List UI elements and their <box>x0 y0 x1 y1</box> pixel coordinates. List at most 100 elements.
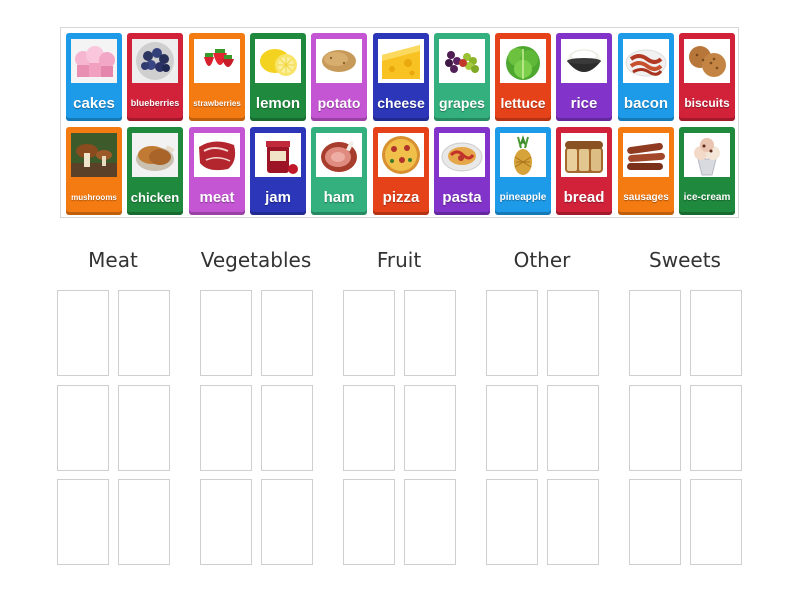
card-cakes[interactable]: cakes <box>66 33 122 121</box>
card-grapes[interactable]: grapes <box>434 33 490 121</box>
sausages-icon <box>623 133 669 177</box>
drop-slot-meat[interactable] <box>57 479 109 565</box>
drop-slot-meat[interactable] <box>118 385 170 471</box>
drop-slot-other[interactable] <box>486 290 538 376</box>
card-label: chicken <box>130 189 180 205</box>
bread-icon <box>561 133 607 177</box>
drop-slot-sweets[interactable] <box>629 479 681 565</box>
card-label: bread <box>563 188 605 206</box>
card-label: pasta <box>442 188 482 206</box>
card-label: meat <box>199 188 235 206</box>
card-label: pizza <box>382 188 420 206</box>
drop-slot-vegetables[interactable] <box>261 385 313 471</box>
card-strawberries[interactable]: strawberries <box>189 33 245 121</box>
cupcake-icon <box>71 39 117 83</box>
biscuits-icon <box>684 39 730 83</box>
mushrooms-icon <box>71 133 117 177</box>
card-lemon[interactable]: lemon <box>250 33 306 121</box>
card-label: strawberries <box>193 98 241 108</box>
ice-cream-icon <box>684 133 730 177</box>
drop-slot-vegetables[interactable] <box>261 479 313 565</box>
drop-slot-fruit[interactable] <box>343 290 395 376</box>
potato-icon <box>316 39 362 83</box>
card-bread[interactable]: bread <box>556 127 612 215</box>
drop-slot-other[interactable] <box>486 479 538 565</box>
card-lettuce[interactable]: lettuce <box>495 33 551 121</box>
card-label: grapes <box>439 95 485 111</box>
card-label: cheese <box>377 95 425 111</box>
jam-icon <box>255 133 301 177</box>
card-cheese[interactable]: cheese <box>373 33 429 121</box>
group-heading-meat: Meat <box>88 248 138 272</box>
card-label: lettuce <box>500 95 546 111</box>
drop-slot-sweets[interactable] <box>690 385 742 471</box>
card-potato[interactable]: potato <box>311 33 367 121</box>
drop-slot-sweets[interactable] <box>690 479 742 565</box>
card-label: ham <box>323 188 355 206</box>
card-label: blueberries <box>130 98 180 108</box>
meat-icon <box>194 133 240 177</box>
group-heading-fruit: Fruit <box>376 248 422 272</box>
card-sausages[interactable]: sausages <box>618 127 674 215</box>
drop-slot-fruit[interactable] <box>343 479 395 565</box>
drop-slot-vegetables[interactable] <box>261 290 313 376</box>
card-label: jam <box>265 188 291 206</box>
cheese-icon <box>378 39 424 83</box>
drop-slot-meat[interactable] <box>57 290 109 376</box>
drop-slot-sweets[interactable] <box>629 290 681 376</box>
group-heading-sweets: Sweets <box>649 248 721 272</box>
rice-icon <box>561 39 607 83</box>
card-label: pineapple <box>499 191 547 203</box>
card-mushrooms[interactable]: mushrooms <box>66 127 122 215</box>
card-label: biscuits <box>684 96 730 110</box>
card-blueberries[interactable]: blueberries <box>127 33 183 121</box>
card-label: sausages <box>623 191 669 203</box>
group-heading-vegetables: Vegetables <box>200 248 312 272</box>
card-jam[interactable]: jam <box>250 127 306 215</box>
drop-slot-fruit[interactable] <box>343 385 395 471</box>
card-label: lemon <box>255 94 301 112</box>
card-chicken[interactable]: chicken <box>127 127 183 215</box>
card-ham[interactable]: ham <box>311 127 367 215</box>
drop-slot-vegetables[interactable] <box>200 385 252 471</box>
drop-slot-sweets[interactable] <box>629 385 681 471</box>
ham-icon <box>316 133 362 177</box>
card-label: potato <box>317 95 361 111</box>
blueberries-icon <box>132 39 178 83</box>
drop-slot-meat[interactable] <box>118 290 170 376</box>
card-rice[interactable]: rice <box>556 33 612 121</box>
card-pizza[interactable]: pizza <box>373 127 429 215</box>
card-label: rice <box>570 94 598 112</box>
card-label: ice-cream <box>683 191 731 203</box>
lettuce-icon <box>500 39 546 83</box>
card-meat[interactable]: meat <box>189 127 245 215</box>
pineapple-icon <box>500 133 546 177</box>
group-heading-other: Other <box>513 248 571 272</box>
drop-slot-meat[interactable] <box>57 385 109 471</box>
pizza-icon <box>378 133 424 177</box>
lemon-icon <box>255 39 301 83</box>
drop-slot-vegetables[interactable] <box>200 290 252 376</box>
drop-slot-fruit[interactable] <box>404 479 456 565</box>
drop-slot-other[interactable] <box>486 385 538 471</box>
card-label: cakes <box>73 94 115 112</box>
drop-slot-fruit[interactable] <box>404 385 456 471</box>
card-pineapple[interactable]: pineapple <box>495 127 551 215</box>
card-biscuits[interactable]: biscuits <box>679 33 735 121</box>
grapes-icon <box>439 39 485 83</box>
card-label: bacon <box>623 94 669 112</box>
card-label: mushrooms <box>71 192 117 202</box>
drop-slot-sweets[interactable] <box>690 290 742 376</box>
card-bacon[interactable]: bacon <box>618 33 674 121</box>
card-pasta[interactable]: pasta <box>434 127 490 215</box>
drop-slot-vegetables[interactable] <box>200 479 252 565</box>
chicken-icon <box>132 133 178 177</box>
drop-slot-other[interactable] <box>547 385 599 471</box>
drop-slot-fruit[interactable] <box>404 290 456 376</box>
bacon-icon <box>623 39 669 83</box>
strawberries-icon <box>194 39 240 83</box>
card-ice-cream[interactable]: ice-cream <box>679 127 735 215</box>
drop-slot-other[interactable] <box>547 290 599 376</box>
drop-slot-other[interactable] <box>547 479 599 565</box>
drop-slot-meat[interactable] <box>118 479 170 565</box>
